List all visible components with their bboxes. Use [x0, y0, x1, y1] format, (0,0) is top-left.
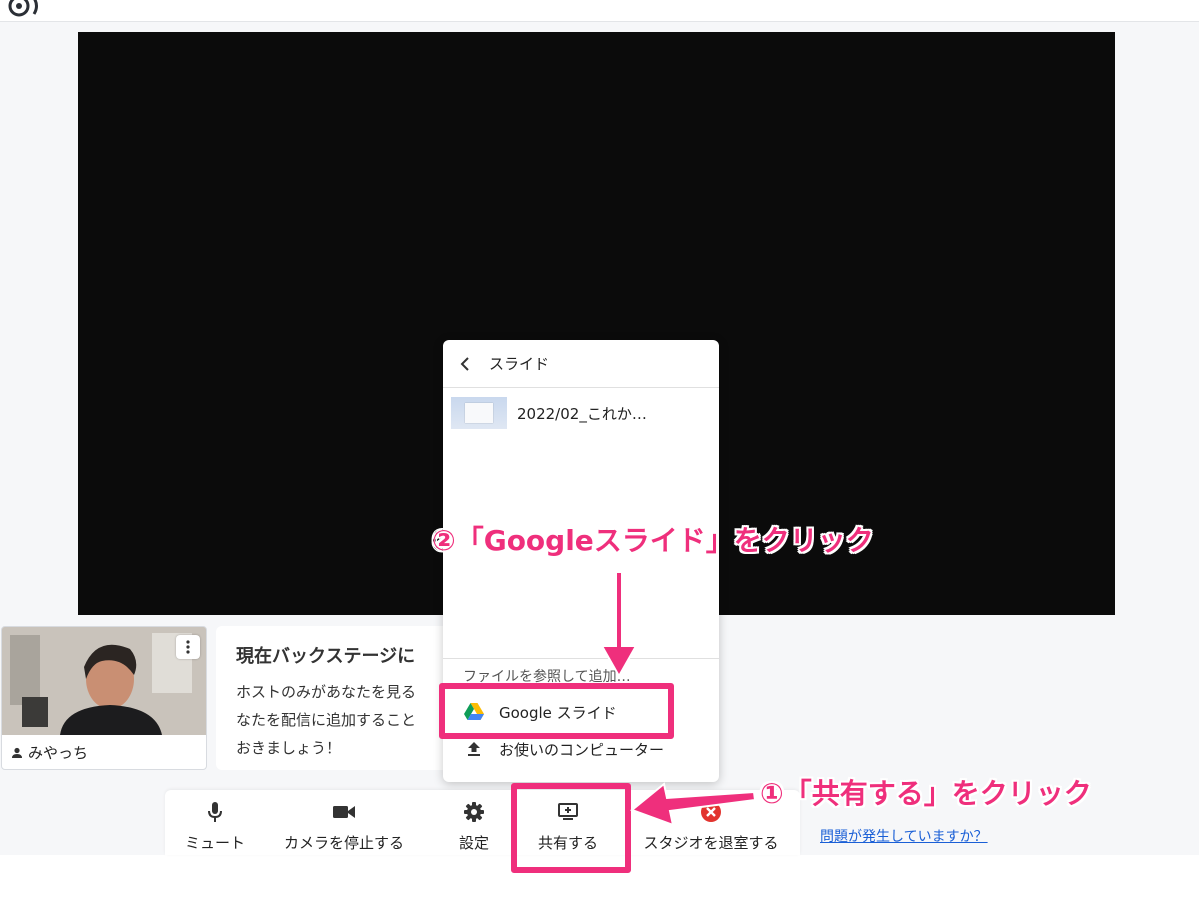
participant-name-row: みやっち [2, 736, 206, 769]
slide-thumbnail [451, 397, 507, 429]
microphone-icon [207, 800, 223, 824]
more-options-icon[interactable] [176, 635, 200, 659]
stop-camera-label: カメラを停止する [283, 834, 404, 852]
person-icon [12, 747, 22, 758]
upload-icon [463, 738, 485, 760]
participant-name: みやっち [28, 744, 89, 762]
backstage-notice-line: なたを配信に追加すること [236, 711, 417, 729]
menu-title: スライド [489, 355, 550, 373]
step1-annotation: ①「共有する」をクリック [760, 777, 1092, 810]
menu-divider [443, 658, 719, 659]
google-slides-highlight [439, 683, 674, 739]
backstage-notice-card: 現在バックステージに ホストのみがあなたを見る なたを配信に追加すること おきま… [216, 626, 452, 770]
gear-icon [463, 800, 485, 824]
backstage-notice-body: ホストのみがあなたを見る なたを配信に追加すること おきましょう！ [236, 678, 416, 762]
menu-back-row[interactable]: スライド [443, 340, 719, 388]
camera-icon [332, 800, 356, 824]
slide-name: 2022/02_これか… [517, 404, 647, 423]
computer-upload-label: お使いのコンピューター [499, 740, 665, 759]
slide-list-item[interactable]: 2022/02_これか… [451, 396, 711, 430]
backstage-notice-line: おきましょう！ [236, 739, 342, 757]
step2-annotation: ②「Googleスライド」をクリック [432, 524, 874, 557]
mute-button[interactable]: ミュート [175, 790, 255, 855]
backstage-notice-line: ホストのみがあなたを見る [236, 683, 417, 701]
backstage-notice-title: 現在バックステージに [236, 646, 416, 667]
arrow-down-icon [600, 571, 638, 679]
chevron-left-icon[interactable] [457, 356, 473, 372]
stop-camera-button[interactable]: カメラを停止する [265, 790, 423, 855]
top-bar [0, 0, 1199, 22]
leave-studio-label: スタジオを退室する [643, 834, 779, 852]
streamyard-logo-icon [8, 0, 38, 17]
arrow-left-icon [630, 782, 757, 827]
settings-label: 設定 [458, 834, 489, 852]
mute-label: ミュート [184, 834, 245, 852]
having-problems-link[interactable]: 問題が発生していますか？ [820, 826, 988, 846]
participant-tile[interactable]: みやっち [1, 626, 207, 770]
settings-button[interactable]: 設定 [443, 790, 505, 855]
share-button-highlight [511, 783, 631, 873]
